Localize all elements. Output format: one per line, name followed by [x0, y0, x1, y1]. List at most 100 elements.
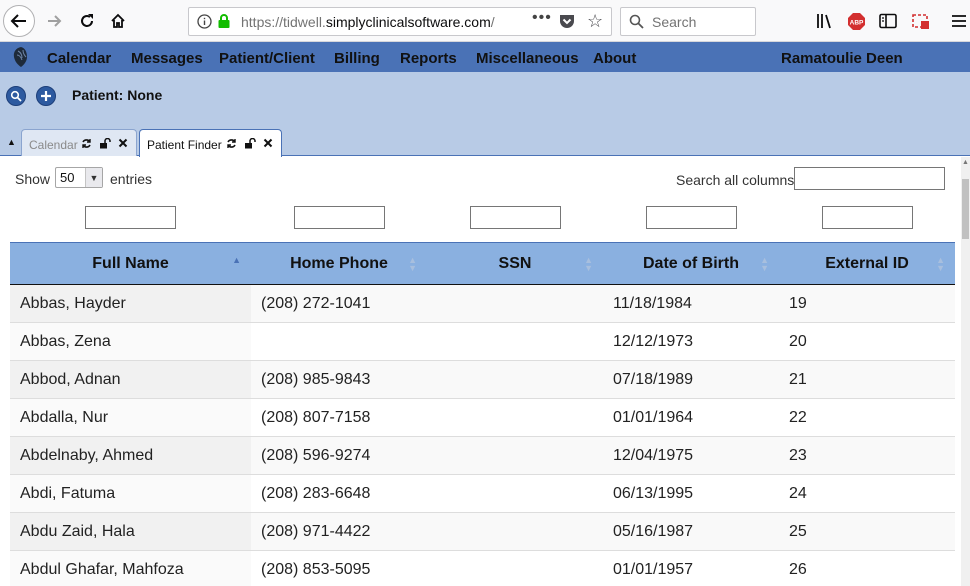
cell-full-name: Abdu Zaid, Hala: [10, 512, 251, 551]
library-icon[interactable]: [815, 11, 835, 31]
filter-full-name-input[interactable]: [85, 206, 176, 229]
url-text[interactable]: https://tidwell.simplyclinicalsoftware.c…: [241, 14, 495, 30]
menu-reports[interactable]: Reports: [400, 50, 457, 67]
refresh-icon[interactable]: [81, 138, 92, 152]
browser-search-input[interactable]: Search: [620, 7, 756, 36]
cell-home-phone: (208) 807-7158: [251, 398, 427, 437]
back-button[interactable]: [3, 5, 35, 37]
menu-about[interactable]: About: [593, 50, 636, 67]
sidebar-icon[interactable]: [878, 11, 898, 31]
cell-full-name: Abbas, Hayder: [10, 284, 251, 323]
cell-date-of-birth: 01/01/1957: [603, 550, 779, 586]
cell-ssn: [427, 512, 603, 551]
cell-home-phone: (208) 283-6648: [251, 474, 427, 513]
column-header-external-id[interactable]: External ID ▲ ▼: [779, 242, 955, 285]
search-all-input[interactable]: [794, 167, 945, 190]
cell-external-id: 20: [779, 322, 955, 361]
cell-ssn: [427, 322, 603, 361]
cell-home-phone: (208) 971-4422: [251, 512, 427, 551]
arrow-left-icon: [10, 14, 26, 28]
cell-external-id: 26: [779, 550, 955, 586]
menu-calendar[interactable]: Calendar: [47, 50, 111, 67]
table-row[interactable]: Abdalla, Nur (208) 807-7158 01/01/1964 2…: [10, 398, 955, 437]
collapse-arrow-icon[interactable]: ▲: [7, 137, 16, 147]
column-header-date-of-birth[interactable]: Date of Birth ▲ ▼: [603, 242, 779, 285]
table-row[interactable]: Abbas, Hayder (208) 272-1041 11/18/1984 …: [10, 284, 955, 323]
cell-external-id: 24: [779, 474, 955, 513]
patient-finder-panel: Show 50 ▼ entries Search all columns: Fu…: [0, 157, 970, 586]
menu-billing[interactable]: Billing: [334, 50, 380, 67]
tab-label: Calendar: [29, 138, 78, 152]
filter-home-phone-input[interactable]: [294, 206, 385, 229]
column-label: Date of Birth: [643, 254, 739, 272]
search-placeholder: Search: [652, 14, 697, 30]
unlock-icon[interactable]: [99, 137, 111, 152]
table-row[interactable]: Abdi, Fatuma (208) 283-6648 06/13/1995 2…: [10, 474, 955, 513]
menu-patient-client[interactable]: Patient/Client: [219, 50, 315, 67]
url-bar[interactable]: https://tidwell.simplyclinicalsoftware.c…: [188, 7, 612, 36]
cell-external-id: 21: [779, 360, 955, 399]
cell-ssn: [427, 474, 603, 513]
close-icon[interactable]: [263, 138, 273, 151]
menu-miscellaneous[interactable]: Miscellaneous: [476, 50, 579, 67]
home-button[interactable]: [102, 5, 134, 37]
cell-home-phone: (208) 272-1041: [251, 284, 427, 323]
adblock-icon[interactable]: ABP: [846, 11, 866, 31]
scrollbar-thumb[interactable]: [962, 179, 969, 239]
scroll-up-arrow-icon[interactable]: ▲: [961, 159, 970, 166]
tab-label: Patient Finder: [147, 138, 222, 152]
patient-search-button[interactable]: [6, 86, 26, 106]
tab-patient-finder[interactable]: Patient Finder: [139, 129, 282, 157]
cell-external-id: 22: [779, 398, 955, 437]
forward-button[interactable]: [39, 5, 71, 37]
user-name[interactable]: Ramatoulie Deen: [781, 50, 903, 67]
column-header-ssn[interactable]: SSN ▲ ▼: [427, 242, 603, 285]
entries-label: entries: [110, 171, 153, 187]
refresh-icon[interactable]: [226, 138, 237, 152]
app-logo-icon[interactable]: [11, 46, 31, 68]
cell-date-of-birth: 11/18/1984: [603, 284, 779, 323]
table-row[interactable]: Abbas, Zena 12/12/1973 20: [10, 322, 955, 361]
pocket-icon[interactable]: [558, 13, 576, 35]
unlock-icon[interactable]: [244, 137, 256, 152]
menu-messages[interactable]: Messages: [131, 50, 203, 67]
filter-external-id-input[interactable]: [822, 206, 913, 229]
cell-full-name: Abdul Ghafar, Mahfoza: [10, 550, 251, 586]
hamburger-menu-icon[interactable]: [949, 11, 969, 31]
patient-label: Patient: None: [72, 87, 163, 103]
filter-dob-input[interactable]: [646, 206, 737, 229]
add-patient-button[interactable]: [36, 86, 56, 106]
vertical-scrollbar[interactable]: ▲: [961, 157, 970, 586]
sort-ascending-icon: ▲: [232, 255, 241, 265]
entries-select[interactable]: 50 ▼: [55, 167, 103, 188]
column-header-full-name[interactable]: Full Name ▲: [10, 242, 251, 285]
screenshot-icon[interactable]: [911, 11, 931, 31]
info-icon[interactable]: [197, 14, 212, 34]
patient-table: Full Name ▲ Home Phone ▲ ▼ SSN ▲ ▼ Date of…: [10, 242, 955, 586]
tab-calendar[interactable]: Calendar: [21, 129, 137, 156]
browser-toolbar: https://tidwell.simplyclinicalsoftware.c…: [0, 0, 970, 42]
adblock-label: ABP: [849, 19, 863, 26]
bookmark-star-icon[interactable]: ☆: [587, 11, 603, 32]
lock-icon: [217, 13, 231, 34]
entries-value: 50: [60, 170, 75, 185]
column-label: SSN: [498, 254, 532, 272]
table-row[interactable]: Abbod, Adnan (208) 985-9843 07/18/1989 2…: [10, 360, 955, 399]
patient-header: Patient: None ▲ Calendar Patient Finder: [0, 72, 970, 157]
cell-home-phone: (208) 853-5095: [251, 550, 427, 586]
column-header-home-phone[interactable]: Home Phone ▲ ▼: [251, 242, 427, 285]
page-actions-icon[interactable]: •••: [532, 9, 552, 27]
reload-button[interactable]: [71, 5, 103, 37]
table-row[interactable]: Abdelnaby, Ahmed (208) 596-9274 12/04/19…: [10, 436, 955, 475]
table-row[interactable]: Abdu Zaid, Hala (208) 971-4422 05/16/198…: [10, 512, 955, 551]
column-label: Home Phone: [290, 254, 388, 272]
sort-icon: ▲ ▼: [936, 255, 945, 273]
table-row[interactable]: Abdul Ghafar, Mahfoza (208) 853-5095 01/…: [10, 550, 955, 586]
filter-ssn-input[interactable]: [470, 206, 561, 229]
close-icon[interactable]: [118, 138, 128, 151]
search-icon: [629, 14, 644, 34]
chevron-down-icon: ▼: [85, 168, 102, 187]
search-icon: [10, 90, 22, 102]
cell-external-id: 23: [779, 436, 955, 475]
cell-full-name: Abdalla, Nur: [10, 398, 251, 437]
